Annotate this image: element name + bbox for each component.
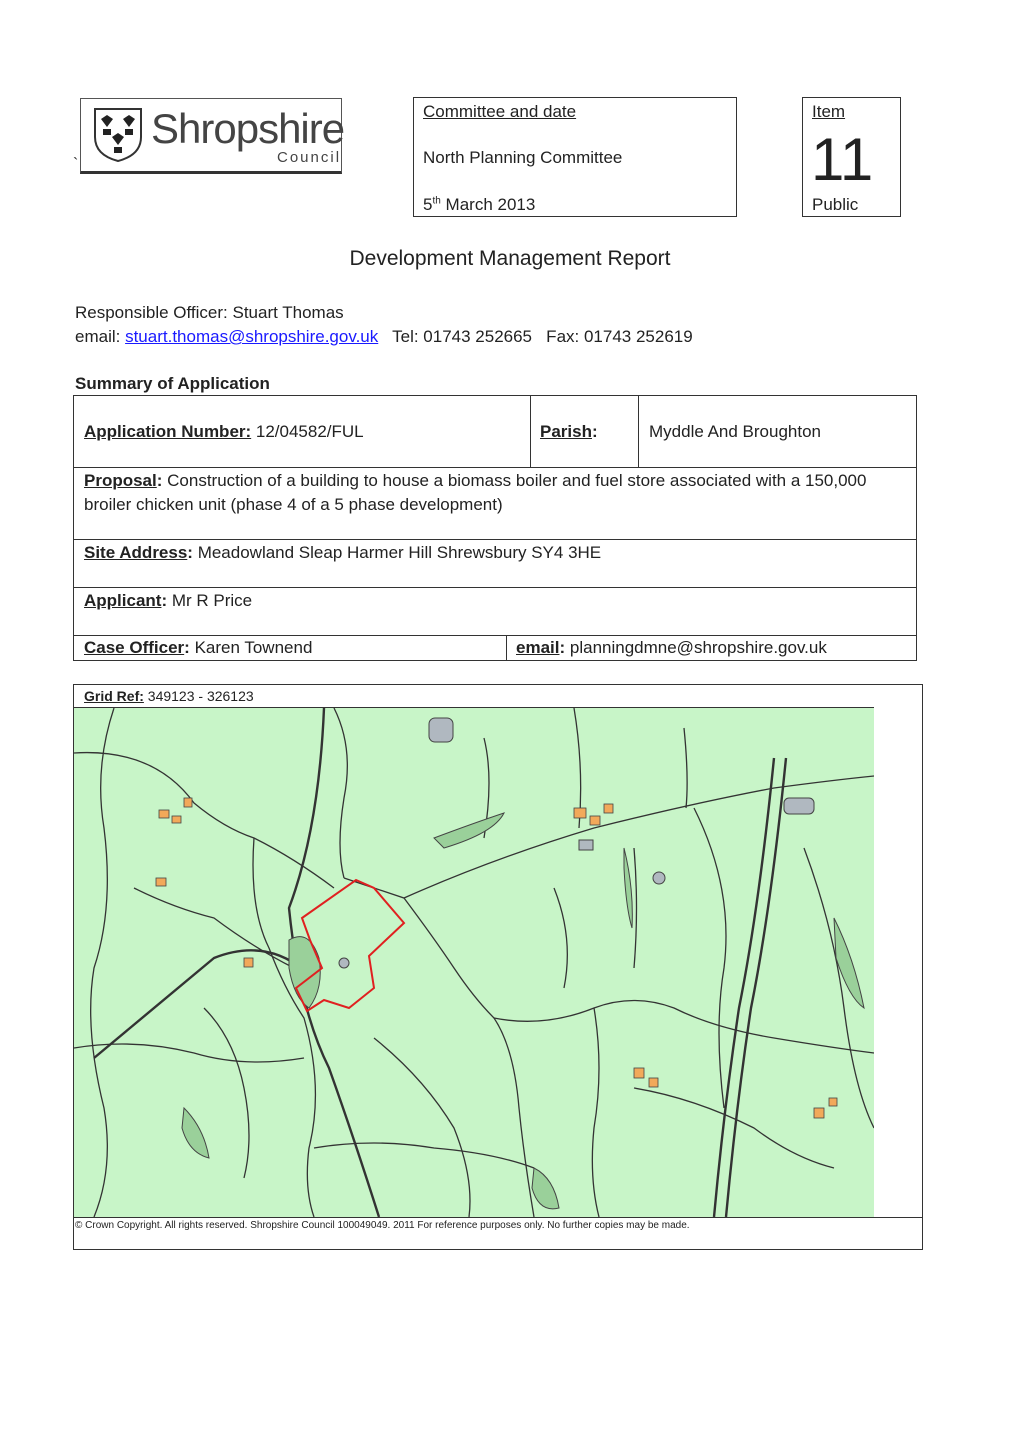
row-application-number: Application Number: 12/04582/FUL Parish:… bbox=[74, 396, 916, 468]
stray-backtick: ` bbox=[73, 156, 79, 173]
summary-table: Application Number: 12/04582/FUL Parish:… bbox=[73, 395, 917, 661]
row-proposal: Proposal: Construction of a building to … bbox=[74, 468, 916, 540]
case-officer-email: email: planningdmne@shropshire.gov.uk bbox=[516, 638, 827, 657]
committee-name: North Planning Committee bbox=[423, 148, 623, 167]
site-location-map bbox=[73, 707, 875, 1218]
logo-council: Council bbox=[277, 149, 342, 166]
council-crest-icon bbox=[94, 108, 142, 163]
proposal: Proposal: Construction of a building to … bbox=[84, 471, 867, 514]
officer-contact: email: stuart.thomas@shropshire.gov.uk T… bbox=[75, 327, 693, 346]
row-applicant: Applicant: Mr R Price bbox=[74, 588, 916, 636]
application-number: Application Number: 12/04582/FUL bbox=[84, 422, 364, 441]
item-label: Item bbox=[812, 102, 846, 121]
report-title: Development Management Report bbox=[349, 247, 671, 270]
item-box: Item 11 Public bbox=[802, 97, 901, 217]
map-copyright: © Crown Copyright. All rights reserved. … bbox=[74, 1217, 923, 1234]
grid-reference: Grid Ref: 349123 - 326123 bbox=[84, 688, 254, 704]
row-site-address: Site Address: Meadowland Sleap Harmer Hi… bbox=[74, 540, 916, 588]
parish-label: Parish: bbox=[540, 422, 598, 441]
logo-wordmark: Shropshire bbox=[151, 105, 345, 152]
applicant: Applicant: Mr R Price bbox=[84, 591, 253, 610]
item-number: 11 bbox=[811, 126, 874, 193]
case-officer: Case Officer: Karen Townend bbox=[84, 638, 313, 657]
item-status: Public bbox=[812, 195, 859, 214]
shropshire-council-logo: Shropshire Council bbox=[80, 98, 345, 174]
site-address: Site Address: Meadowland Sleap Harmer Hi… bbox=[84, 543, 602, 562]
committee-date: 5th March 2013 bbox=[423, 195, 536, 214]
summary-heading: Summary of Application bbox=[75, 374, 270, 393]
location-map-frame: Grid Ref: 349123 - 326123 © Crown Copyri… bbox=[73, 684, 923, 1250]
map-graphic bbox=[73, 707, 875, 1218]
committee-label: Committee and date bbox=[423, 102, 577, 121]
committee-box: Committee and date North Planning Commit… bbox=[413, 97, 737, 217]
officer-email-link[interactable]: stuart.thomas@shropshire.gov.uk bbox=[125, 327, 378, 346]
parish-value: Myddle And Broughton bbox=[649, 422, 822, 441]
row-case-officer: Case Officer: Karen Townend email: plann… bbox=[74, 636, 916, 660]
responsible-officer: Responsible Officer: Stuart Thomas bbox=[75, 303, 344, 322]
